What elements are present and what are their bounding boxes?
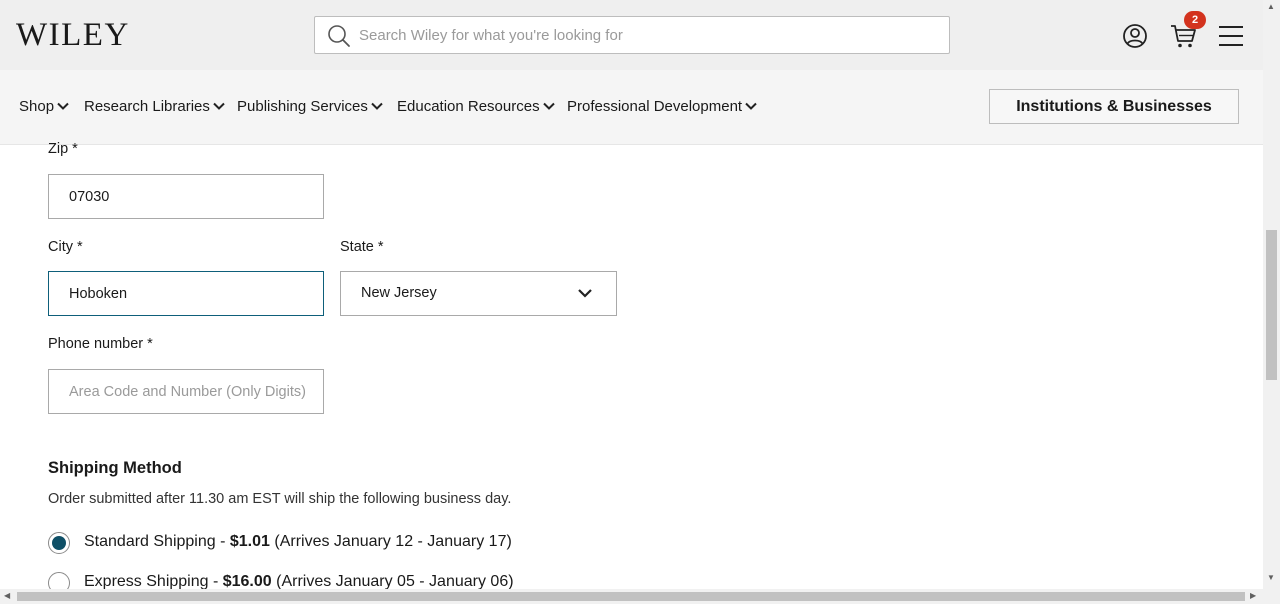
horizontal-scroll-thumb[interactable] xyxy=(17,592,1245,601)
search-input[interactable] xyxy=(359,17,939,53)
cart-count-badge: 2 xyxy=(1184,11,1206,29)
shipping-option-arrival: (Arrives January 12 - January 17) xyxy=(269,533,512,550)
chevron-down-icon xyxy=(371,102,383,110)
city-label: City * xyxy=(48,239,83,255)
nav-education-resources-label: Education Resources xyxy=(397,98,540,115)
scroll-left-arrow-icon[interactable]: ◀ xyxy=(4,591,10,600)
search-icon[interactable] xyxy=(327,24,351,48)
phone-label: Phone number * xyxy=(48,336,153,352)
shipping-option-arrival: (Arrives January 05 - January 06) xyxy=(271,573,514,590)
account-icon[interactable] xyxy=(1121,22,1149,50)
nav-shop[interactable]: Shop xyxy=(19,98,69,115)
chevron-down-icon xyxy=(578,289,592,298)
horizontal-scrollbar[interactable]: ◀ ▶ xyxy=(0,589,1280,604)
state-selected-value: New Jersey xyxy=(361,285,437,301)
nav-research-libraries[interactable]: Research Libraries xyxy=(84,98,225,115)
shipping-option-name: Standard Shipping - xyxy=(84,533,230,550)
zip-label: Zip * xyxy=(48,141,78,157)
nav-shop-label: Shop xyxy=(19,98,55,115)
shipping-method-title: Shipping Method xyxy=(48,459,182,477)
shipping-option-text: Standard Shipping - $1.01 (Arrives Janua… xyxy=(84,533,512,551)
wiley-logo[interactable]: WILEY xyxy=(16,17,130,54)
institutions-businesses-button[interactable]: Institutions & Businesses xyxy=(989,89,1239,124)
top-header: WILEY 2 xyxy=(0,0,1263,70)
nav-education-resources[interactable]: Education Resources xyxy=(397,98,555,115)
state-label: State * xyxy=(340,239,384,255)
city-input[interactable] xyxy=(49,272,323,315)
city-field[interactable] xyxy=(48,271,324,316)
scroll-down-arrow-icon[interactable]: ▼ xyxy=(1267,573,1275,582)
main-nav: Shop Research Libraries Publishing Servi… xyxy=(0,70,1263,145)
nav-professional-development-label: Professional Development xyxy=(567,98,743,115)
state-select[interactable]: New Jersey xyxy=(340,271,617,316)
nav-publishing-services[interactable]: Publishing Services xyxy=(237,98,383,115)
hamburger-menu-icon[interactable] xyxy=(1217,22,1245,50)
search-box[interactable] xyxy=(314,16,950,54)
zip-input[interactable] xyxy=(49,175,323,218)
shipping-option-price: $16.00 xyxy=(222,573,272,590)
scroll-up-arrow-icon[interactable]: ▲ xyxy=(1267,2,1275,11)
shipping-note: Order submitted after 11.30 am EST will … xyxy=(48,491,512,507)
scroll-right-arrow-icon[interactable]: ▶ xyxy=(1250,591,1256,600)
shipping-option-price: $1.01 xyxy=(229,533,270,550)
chevron-down-icon xyxy=(57,102,69,110)
phone-input[interactable] xyxy=(49,370,323,413)
zip-field[interactable] xyxy=(48,174,324,219)
shipping-option-name: Express Shipping - xyxy=(84,573,223,590)
nav-publishing-services-label: Publishing Services xyxy=(237,98,368,115)
chevron-down-icon xyxy=(213,102,225,110)
vertical-scroll-thumb[interactable] xyxy=(1266,230,1277,380)
vertical-scrollbar[interactable]: ▲ ▼ xyxy=(1263,0,1280,589)
phone-field[interactable] xyxy=(48,369,324,414)
nav-research-libraries-label: Research Libraries xyxy=(84,98,210,115)
chevron-down-icon xyxy=(542,102,555,110)
radio-standard-selected[interactable] xyxy=(48,532,70,554)
chevron-down-icon xyxy=(745,102,757,110)
nav-professional-development[interactable]: Professional Development xyxy=(567,98,757,115)
